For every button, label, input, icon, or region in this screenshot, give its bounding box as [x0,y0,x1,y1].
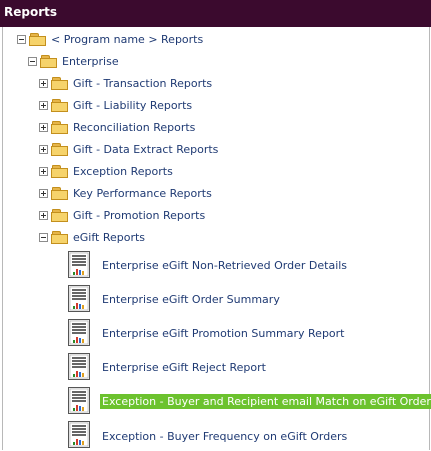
tree-node-enterprise-label[interactable]: Enterprise [62,55,119,68]
folder-icon [51,142,69,156]
report-document-icon [68,353,90,380]
report-link[interactable]: Enterprise eGift Order Summary [102,293,280,306]
folder-icon [51,164,69,178]
folder-icon [51,186,69,200]
tree-folder-label[interactable]: Key Performance Reports [73,187,212,200]
report-link[interactable]: Exception - Buyer Frequency on eGift Ord… [102,430,347,443]
tree-folder-key-performance[interactable]: Key Performance Reports [39,185,212,201]
tree-folder-egift[interactable]: eGift Reports [39,229,145,245]
folder-open-icon [29,32,47,46]
tree-node-root-label[interactable]: < Program name > Reports [51,33,203,46]
report-document-icon [68,251,90,278]
folder-icon [51,98,69,112]
expand-icon[interactable] [39,78,48,88]
panel-border-left [2,27,3,450]
tree-folder-gift-data-extract[interactable]: Gift - Data Extract Reports [39,141,218,157]
tree-folder-label[interactable]: Exception Reports [73,165,173,178]
tree-folder-label[interactable]: Gift - Data Extract Reports [73,143,218,156]
report-link-selected[interactable]: Exception - Buyer and Recipient email Ma… [100,394,431,409]
folder-icon [51,76,69,90]
panel-border-right [429,27,430,450]
expand-icon[interactable] [39,122,48,132]
tree-folder-label[interactable]: Gift - Liability Reports [73,99,192,112]
tree-folder-gift-promotion[interactable]: Gift - Promotion Reports [39,207,205,223]
tree-folder-label[interactable]: Reconciliation Reports [73,121,195,134]
report-link[interactable]: Enterprise eGift Promotion Summary Repor… [102,327,345,340]
expand-icon[interactable] [39,210,48,220]
expand-icon[interactable] [39,100,48,110]
report-document-icon [68,421,90,448]
folder-icon [51,208,69,222]
tree-folder-exception[interactable]: Exception Reports [39,163,173,179]
panel-title: Reports [4,5,58,19]
tree-node-enterprise[interactable]: Enterprise [28,53,119,69]
expand-icon[interactable] [39,188,48,198]
tree-folder-gift-transaction[interactable]: Gift - Transaction Reports [39,75,212,91]
tree-folder-reconciliation[interactable]: Reconciliation Reports [39,119,195,135]
folder-icon [51,120,69,134]
expand-icon[interactable] [39,166,48,176]
collapse-icon[interactable] [39,232,48,242]
report-link[interactable]: Enterprise eGift Reject Report [102,361,266,374]
tree-folder-label[interactable]: Gift - Transaction Reports [73,77,212,90]
report-document-icon [68,387,90,414]
expand-icon[interactable] [39,144,48,154]
report-document-icon [68,319,90,346]
folder-open-icon [51,230,69,244]
report-document-icon [68,285,90,312]
tree-folder-label[interactable]: eGift Reports [73,231,145,244]
report-link[interactable]: Enterprise eGift Non-Retrieved Order Det… [102,259,347,272]
tree-node-root[interactable]: < Program name > Reports [17,31,203,47]
panel-header: Reports [0,0,431,27]
tree-folder-label[interactable]: Gift - Promotion Reports [73,209,205,222]
collapse-icon[interactable] [28,56,37,66]
tree-folder-gift-liability[interactable]: Gift - Liability Reports [39,97,192,113]
collapse-icon[interactable] [17,34,26,44]
folder-open-icon [40,54,58,68]
